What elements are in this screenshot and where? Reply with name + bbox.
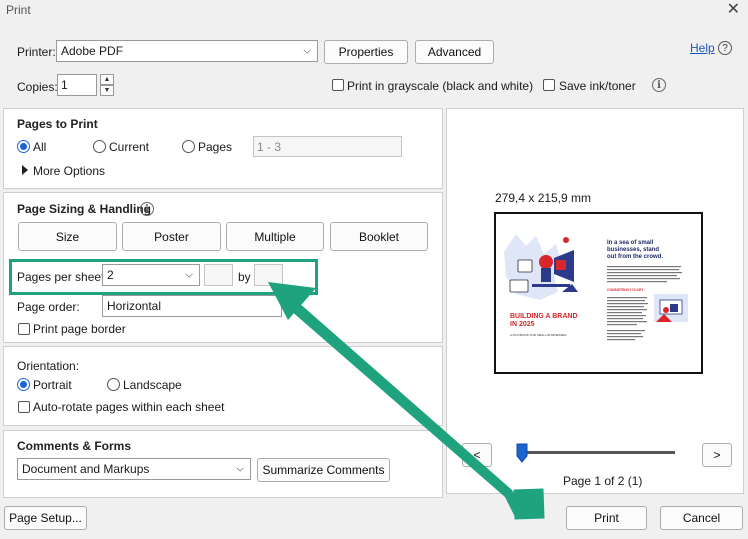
annotation-arrow [268, 282, 545, 520]
